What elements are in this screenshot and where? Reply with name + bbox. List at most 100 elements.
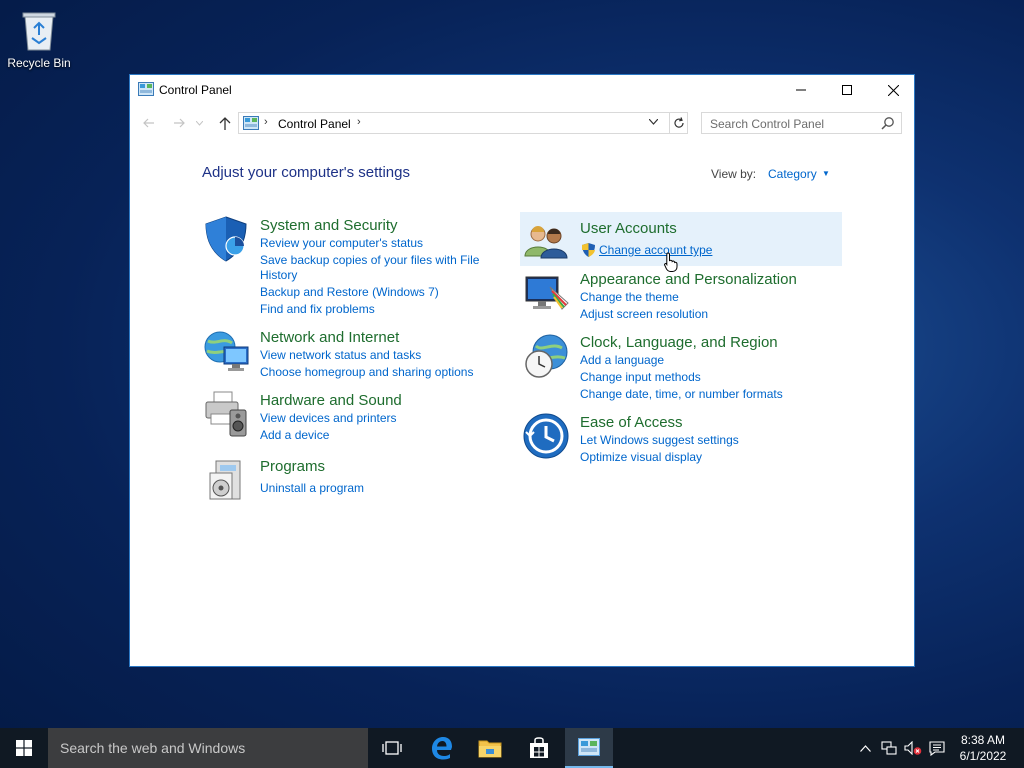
programs-icon[interactable] xyxy=(202,457,250,505)
search-icon[interactable] xyxy=(881,116,895,135)
change-formats-link[interactable]: Change date, time, or number formats xyxy=(580,387,783,402)
up-button[interactable] xyxy=(214,113,236,133)
breadcrumb-separator-icon[interactable]: › xyxy=(357,116,361,128)
up-arrow-icon xyxy=(219,116,231,130)
window-title: Control Panel xyxy=(159,83,232,97)
refresh-icon xyxy=(674,117,684,128)
network-tray-button[interactable] xyxy=(878,728,900,768)
recent-locations-button[interactable] xyxy=(192,113,206,133)
shield-icon[interactable] xyxy=(202,215,250,263)
printer-speaker-icon[interactable] xyxy=(202,390,250,438)
volume-tray-button[interactable] xyxy=(902,728,924,768)
minimize-icon xyxy=(796,89,806,91)
optimize-display-link[interactable]: Optimize visual display xyxy=(580,450,702,465)
category-ease-of-access: Ease of Access Let Windows suggest setti… xyxy=(522,412,842,472)
maximize-icon xyxy=(842,85,852,95)
homegroup-link[interactable]: Choose homegroup and sharing options xyxy=(260,365,473,380)
ease-of-access-icon[interactable] xyxy=(522,412,570,460)
forward-button[interactable] xyxy=(168,113,190,133)
view-by-label: View by: xyxy=(711,167,757,181)
recycle-bin-shortcut[interactable]: Recycle Bin xyxy=(4,8,74,70)
change-input-methods-link[interactable]: Change input methods xyxy=(580,370,701,385)
back-arrow-icon xyxy=(143,118,154,128)
category-programs: Programs Uninstall a program xyxy=(202,457,502,507)
adjust-resolution-link[interactable]: Adjust screen resolution xyxy=(580,307,708,322)
taskbar-search-placeholder: Search the web and Windows xyxy=(60,740,246,756)
view-by-dropdown-arrow-icon[interactable]: ▼ xyxy=(822,169,830,178)
uninstall-program-link[interactable]: Uninstall a program xyxy=(260,481,364,496)
recycle-bin-icon xyxy=(19,8,59,52)
address-dropdown-icon[interactable] xyxy=(648,116,659,128)
recycle-bin-label: Recycle Bin xyxy=(7,56,71,70)
system-and-security-title[interactable]: System and Security xyxy=(260,217,398,234)
category-clock-language-region: Clock, Language, and Region Add a langua… xyxy=(522,332,842,401)
taskbar: Search the web and Windows 8:38 AM 6/1/2… xyxy=(0,728,1024,768)
chevron-down-icon xyxy=(195,120,203,126)
notification-icon xyxy=(929,740,945,756)
control-panel-taskbar-button[interactable] xyxy=(565,728,613,768)
close-icon xyxy=(887,84,899,96)
hand-cursor-icon xyxy=(664,252,678,277)
file-explorer-button[interactable] xyxy=(466,728,514,768)
maximize-button[interactable] xyxy=(824,75,870,105)
windows-logo-icon xyxy=(16,740,32,756)
control-panel-window: Control Panel › Control Panel › Search C… xyxy=(129,74,915,667)
save-backup-link-continued[interactable]: History xyxy=(260,268,297,283)
address-bar[interactable]: › Control Panel › xyxy=(238,112,688,134)
add-language-link[interactable]: Add a language xyxy=(580,353,664,368)
network-wired-icon xyxy=(881,741,897,755)
monitor-palette-icon[interactable] xyxy=(522,269,570,317)
suggest-settings-link[interactable]: Let Windows suggest settings xyxy=(580,433,739,448)
edge-icon xyxy=(432,737,452,760)
control-panel-small-icon xyxy=(243,116,259,135)
view-by-dropdown[interactable]: Category xyxy=(768,167,817,181)
appearance-and-personalization-title[interactable]: Appearance and Personalization xyxy=(580,271,797,288)
action-center-button[interactable] xyxy=(926,728,948,768)
change-account-type-link[interactable]: Change account type xyxy=(599,243,712,258)
store-bag-icon xyxy=(530,737,548,758)
system-clock[interactable]: 8:38 AM 6/1/2022 xyxy=(952,732,1014,764)
find-fix-problems-link[interactable]: Find and fix problems xyxy=(260,302,375,317)
chevron-up-icon xyxy=(859,744,871,752)
uac-shield-icon xyxy=(582,243,595,262)
ease-of-access-title[interactable]: Ease of Access xyxy=(580,414,683,431)
taskbar-search-box[interactable]: Search the web and Windows xyxy=(48,728,368,768)
breadcrumb-control-panel[interactable]: Control Panel xyxy=(278,117,351,131)
category-hardware-and-sound: Hardware and Sound View devices and prin… xyxy=(202,390,502,450)
network-status-link[interactable]: View network status and tasks xyxy=(260,348,421,363)
folder-icon xyxy=(478,740,502,758)
review-status-link[interactable]: Review your computer's status xyxy=(260,236,423,251)
show-hidden-icons-button[interactable] xyxy=(856,728,874,768)
edge-browser-button[interactable] xyxy=(418,728,466,768)
clock-globe-icon[interactable] xyxy=(522,332,570,380)
add-device-link[interactable]: Add a device xyxy=(260,428,329,443)
backup-restore-link[interactable]: Backup and Restore (Windows 7) xyxy=(260,285,439,300)
user-accounts-title[interactable]: User Accounts xyxy=(580,220,677,237)
close-button[interactable] xyxy=(870,75,916,105)
clock-date: 6/1/2022 xyxy=(959,749,1007,763)
refresh-button[interactable] xyxy=(669,113,688,133)
breadcrumb-separator-icon[interactable]: › xyxy=(264,116,268,128)
volume-muted-icon xyxy=(904,741,922,755)
search-placeholder: Search Control Panel xyxy=(710,117,825,131)
devices-printers-link[interactable]: View devices and printers xyxy=(260,411,397,426)
clock-language-region-title[interactable]: Clock, Language, and Region xyxy=(580,334,778,351)
network-icon[interactable] xyxy=(202,327,250,375)
save-backup-link[interactable]: Save backup copies of your files with Fi… xyxy=(260,253,479,268)
category-system-and-security: System and Security Review your computer… xyxy=(202,215,502,317)
search-box[interactable]: Search Control Panel xyxy=(701,112,902,134)
title-bar[interactable]: Control Panel xyxy=(130,75,914,105)
task-view-button[interactable] xyxy=(368,728,416,768)
minimize-button[interactable] xyxy=(778,75,824,105)
task-view-icon xyxy=(382,741,402,755)
hardware-and-sound-title[interactable]: Hardware and Sound xyxy=(260,392,402,409)
store-button[interactable] xyxy=(515,728,563,768)
network-and-internet-title[interactable]: Network and Internet xyxy=(260,329,399,346)
users-icon[interactable] xyxy=(522,218,570,266)
start-button[interactable] xyxy=(0,728,48,768)
clock-time: 8:38 AM xyxy=(960,733,1006,747)
change-theme-link[interactable]: Change the theme xyxy=(580,290,679,305)
category-network-and-internet: Network and Internet View network status… xyxy=(202,327,502,387)
programs-title[interactable]: Programs xyxy=(260,458,325,475)
back-button[interactable] xyxy=(138,113,160,133)
